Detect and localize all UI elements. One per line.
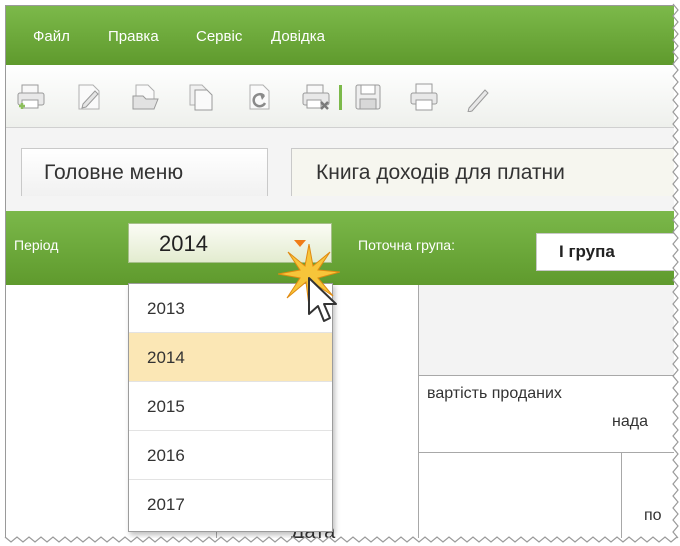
torn-edge-decoration	[4, 3, 679, 543]
